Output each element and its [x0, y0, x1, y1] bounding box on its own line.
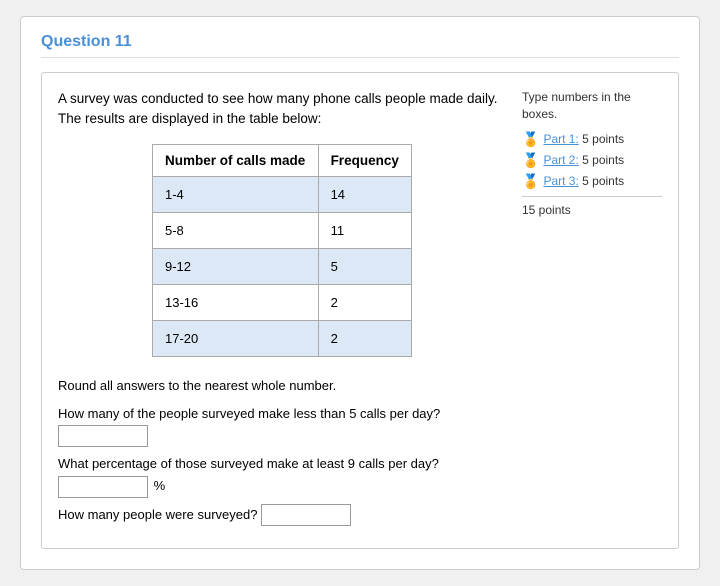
- content-area: A survey was conducted to see how many p…: [41, 72, 679, 549]
- question-3-input[interactable]: [261, 504, 351, 526]
- col-header-calls: Number of calls made: [153, 144, 319, 176]
- frequency-cell: 2: [318, 320, 411, 356]
- question-3-label: How many people were surveyed?: [58, 507, 257, 522]
- table-row: 13-162: [153, 284, 412, 320]
- sidebar-part-link-2[interactable]: Part 2:: [543, 153, 578, 167]
- problem-description: A survey was conducted to see how many p…: [58, 89, 506, 130]
- question-title: Question 11: [41, 33, 679, 58]
- sidebar-part-link-3[interactable]: Part 3:: [543, 174, 578, 188]
- question-2-label: What percentage of those surveyed make a…: [58, 456, 439, 471]
- question-1-label: How many of the people surveyed make les…: [58, 406, 440, 421]
- sidebar-part-3: 🏅 Part 3: 5 points: [522, 173, 662, 190]
- sidebar: Type numbers in the boxes. 🏅 Part 1: 5 po…: [522, 89, 662, 532]
- frequency-table: Number of calls made Frequency 1-4145-81…: [152, 144, 412, 357]
- table-row: 9-125: [153, 248, 412, 284]
- table-row: 17-202: [153, 320, 412, 356]
- question-card: Question 11 A survey was conducted to se…: [20, 16, 700, 570]
- sidebar-instruction: Type numbers in the boxes.: [522, 89, 662, 123]
- medal-icon-1: 🏅: [522, 131, 539, 148]
- sidebar-part-label: Part 3: 5 points: [543, 174, 624, 188]
- sidebar-part-2: 🏅 Part 2: 5 points: [522, 152, 662, 169]
- range-cell: 9-12: [153, 248, 319, 284]
- question-3-line: How many people were surveyed?: [58, 504, 506, 527]
- frequency-cell: 11: [318, 212, 411, 248]
- table-row: 5-811: [153, 212, 412, 248]
- range-cell: 13-16: [153, 284, 319, 320]
- range-cell: 17-20: [153, 320, 319, 356]
- frequency-cell: 2: [318, 284, 411, 320]
- table-wrapper: Number of calls made Frequency 1-4145-81…: [58, 144, 506, 357]
- table-row: 1-414: [153, 176, 412, 212]
- range-cell: 5-8: [153, 212, 319, 248]
- question-1-line: How many of the people surveyed make les…: [58, 403, 506, 448]
- sidebar-part-label: Part 2: 5 points: [543, 153, 624, 167]
- main-content: A survey was conducted to see how many p…: [58, 89, 506, 532]
- medal-icon-3: 🏅: [522, 173, 539, 190]
- col-header-freq: Frequency: [318, 144, 411, 176]
- sidebar-total: 15 points: [522, 196, 662, 217]
- percent-symbol: %: [154, 478, 166, 493]
- question-2-input[interactable]: [58, 476, 148, 498]
- medal-icon-2: 🏅: [522, 152, 539, 169]
- question-1-input[interactable]: [58, 425, 148, 447]
- sidebar-part-1: 🏅 Part 1: 5 points: [522, 131, 662, 148]
- question-2-line: What percentage of those surveyed make a…: [58, 453, 506, 498]
- sidebar-part-label: Part 1: 5 points: [543, 132, 624, 146]
- questions-section: Round all answers to the nearest whole n…: [58, 375, 506, 527]
- frequency-cell: 14: [318, 176, 411, 212]
- frequency-cell: 5: [318, 248, 411, 284]
- range-cell: 1-4: [153, 176, 319, 212]
- sidebar-part-link-1[interactable]: Part 1:: [543, 132, 578, 146]
- rounding-note: Round all answers to the nearest whole n…: [58, 375, 506, 397]
